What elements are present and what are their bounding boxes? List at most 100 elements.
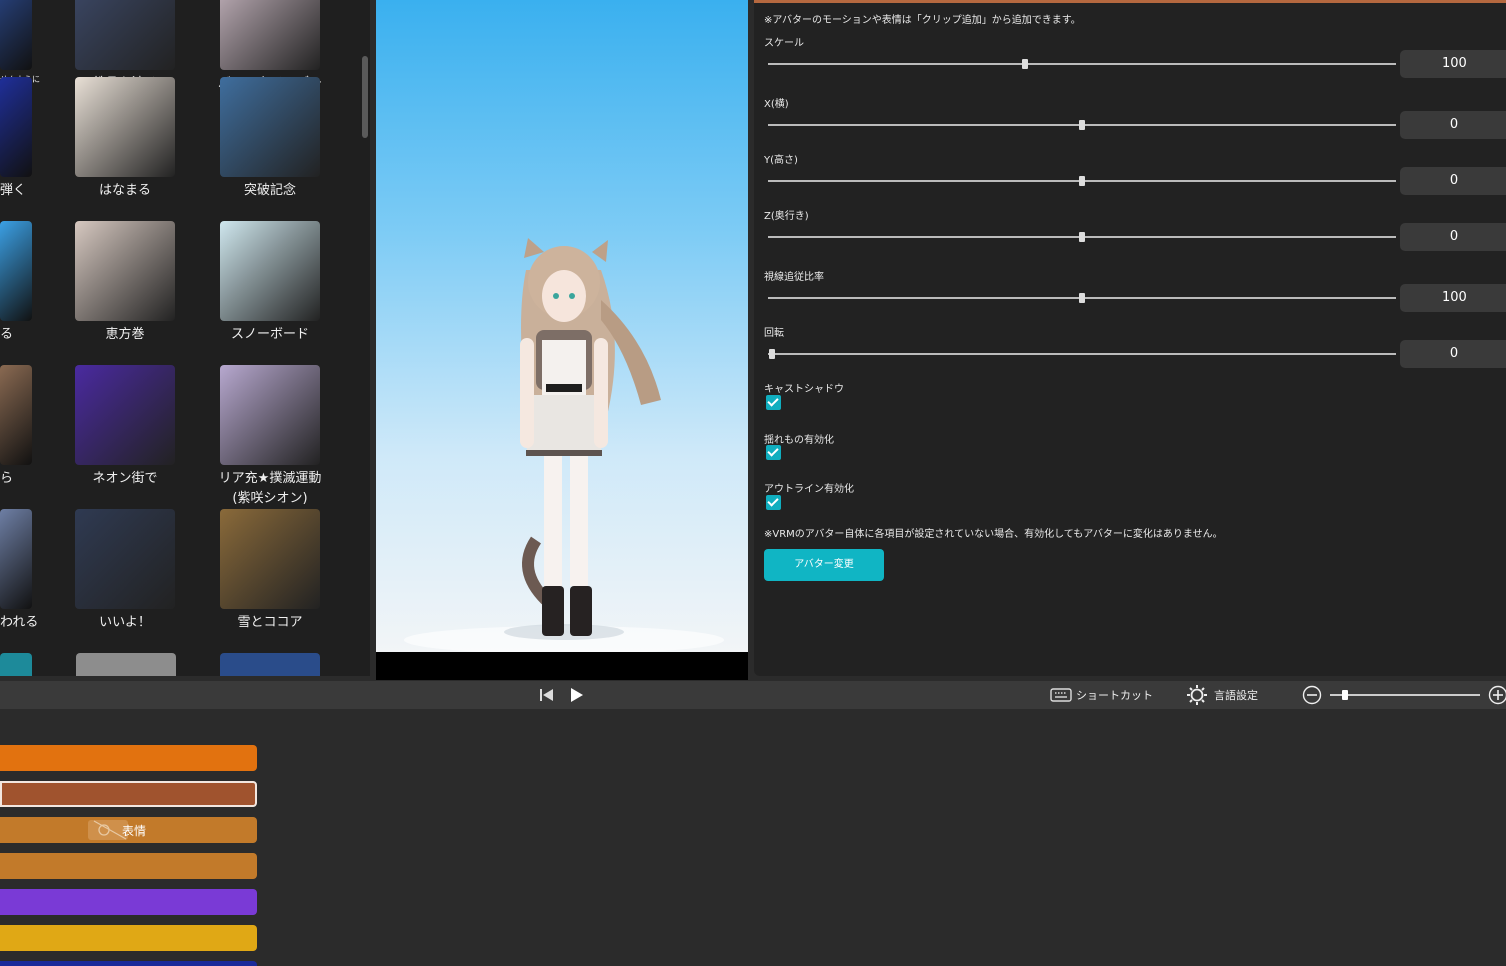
vrm-note: ※VRMのアバター自体に各項目が設定されていない場合、有効化してもアバターに変化… — [764, 529, 1223, 540]
timeline-clip[interactable] — [0, 889, 257, 915]
slider-handle[interactable] — [1079, 120, 1085, 130]
slider-track[interactable] — [768, 349, 1396, 359]
timeline-clip[interactable] — [0, 925, 257, 951]
slider-handle[interactable] — [1079, 293, 1085, 303]
gallery-caption: 弾く — [0, 183, 27, 198]
slider-value-field[interactable]: 0 — [1400, 340, 1506, 368]
zoom-in-button[interactable] — [1488, 681, 1506, 709]
timeline: 表情 — [0, 709, 1506, 966]
slider-value-field[interactable]: 100 — [1400, 50, 1506, 78]
gallery-thumbnail — [0, 77, 32, 177]
slider-track[interactable] — [768, 120, 1396, 130]
slider-label: Z(奥行き) — [764, 211, 809, 222]
checkbox[interactable] — [766, 495, 781, 510]
timeline-clip[interactable] — [0, 961, 257, 966]
gallery-thumbnail — [75, 221, 175, 321]
gallery-thumbnail — [0, 509, 32, 609]
slider-handle[interactable] — [1079, 176, 1085, 186]
language-settings-button[interactable]: 言語設定 — [1186, 681, 1258, 709]
slider-handle[interactable] — [1022, 59, 1029, 69]
gallery-thumbnail — [75, 509, 175, 609]
checkbox-label: 揺れもの有効化 — [764, 435, 834, 446]
slider-value-field[interactable]: 0 — [1400, 167, 1506, 195]
gallery-caption: ら — [0, 471, 14, 486]
play-button[interactable] — [568, 681, 586, 709]
gallery-thumbnail[interactable] — [76, 653, 176, 676]
zoom-slider[interactable] — [1330, 694, 1480, 696]
zoom-in-icon — [1488, 685, 1506, 705]
gallery-thumbnail — [220, 509, 320, 609]
gallery-item[interactable]: 雪とココア — [200, 509, 340, 633]
timeline-clip[interactable] — [0, 781, 257, 807]
checkbox[interactable] — [766, 395, 781, 410]
playback-toolbar: ショートカット 言語設定 — [0, 681, 1506, 709]
gallery-caption: 雪とココア — [237, 615, 303, 630]
avatar-viewport[interactable] — [376, 0, 748, 652]
slider-value-field[interactable]: 0 — [1400, 223, 1506, 251]
slider-value: 0 — [1449, 173, 1459, 188]
slider-track[interactable] — [768, 293, 1396, 303]
change-avatar-button[interactable]: アバター変更 — [764, 549, 884, 581]
gallery-item[interactable]: 恵方巻 — [55, 221, 195, 345]
gallery-thumbnail[interactable] — [220, 653, 320, 676]
gallery-thumbnail — [0, 221, 32, 321]
gallery-caption: われる — [0, 615, 39, 630]
zoom-out-button[interactable] — [1302, 681, 1322, 709]
gallery-caption: 突破記念 — [243, 183, 296, 198]
slider-handle[interactable] — [1079, 232, 1085, 242]
slider-label: スケール — [764, 38, 804, 49]
timeline-clip[interactable]: 表情 — [0, 817, 257, 843]
timeline-clip[interactable] — [0, 853, 257, 879]
gallery-thumbnail — [75, 0, 175, 70]
gallery-item[interactable]: ネオン街で — [55, 365, 195, 489]
gallery-thumbnail[interactable] — [0, 653, 32, 676]
gallery-item[interactable]: 突破記念 — [200, 77, 340, 201]
slider-value-field[interactable]: 0 — [1400, 111, 1506, 139]
gallery-thumbnail — [220, 221, 320, 321]
gallery-scrollbar[interactable] — [362, 56, 368, 138]
checkbox[interactable] — [766, 445, 781, 460]
skip-back-button[interactable] — [538, 681, 556, 709]
slider-value: 0 — [1449, 117, 1459, 132]
gallery-item[interactable]: 弾く — [0, 77, 40, 201]
gallery-caption: はなまる — [98, 183, 151, 198]
gallery-item[interactable]: はなまる — [55, 77, 195, 201]
motion-note: ※アバターのモーションや表情は「クリップ追加」から追加できます。 — [764, 15, 1081, 26]
checkbox-label: アウトライン有効化 — [764, 484, 854, 495]
gallery-item[interactable]: ら — [0, 365, 40, 489]
shortcut-button[interactable]: ショートカット — [1050, 681, 1153, 709]
slider-track[interactable] — [768, 232, 1396, 242]
gallery-item[interactable]: われる — [0, 509, 40, 633]
slider-value: 0 — [1449, 229, 1459, 244]
viewport-footer — [376, 652, 748, 680]
slider-value: 100 — [1442, 56, 1467, 71]
checkbox-label: キャストシャドウ — [764, 384, 844, 395]
slider-track[interactable] — [768, 176, 1396, 186]
gallery-caption: る — [0, 327, 14, 342]
avatar-settings-panel: ※アバターのモーションや表情は「クリップ追加」から追加できます。 スケール 100… — [754, 0, 1506, 676]
gallery-item[interactable]: リア充★撲滅運動 (紫咲シオン) — [200, 365, 340, 509]
gallery-thumbnail — [0, 365, 32, 465]
timeline-clip-label: 表情 — [88, 819, 146, 841]
panel-accent-line — [754, 0, 1506, 3]
slider-value: 100 — [1442, 290, 1467, 305]
gallery-caption: ネオン街で — [92, 471, 158, 486]
gallery-item[interactable]: る — [0, 221, 40, 345]
motion-gallery: せんように マ]弾くるらわれる 鉄骨を渡るバレンタインデーはなまる突破記念恵方巻… — [0, 0, 370, 676]
slider-label: 回転 — [764, 328, 784, 339]
slider-value-field[interactable]: 100 — [1400, 284, 1506, 312]
gallery-item[interactable]: いいよ！ — [55, 509, 195, 633]
slider-track[interactable] — [768, 59, 1396, 69]
gallery-thumbnail — [0, 0, 32, 70]
app-window: せんように マ]弾くるらわれる 鉄骨を渡るバレンタインデーはなまる突破記念恵方巻… — [0, 0, 1506, 966]
gallery-thumbnail — [220, 365, 320, 465]
gallery-item[interactable]: スノーボード — [200, 221, 340, 345]
slider-handle[interactable] — [769, 349, 775, 359]
avatar-figure — [404, 238, 724, 652]
slider-label: Y(高さ) — [764, 155, 798, 166]
zoom-slider-handle[interactable] — [1342, 690, 1348, 700]
timeline-clip[interactable] — [0, 745, 257, 771]
gallery-caption: いいよ！ — [99, 615, 151, 630]
gallery-caption: 恵方巻 — [105, 327, 145, 342]
gear-icon — [1187, 685, 1207, 705]
